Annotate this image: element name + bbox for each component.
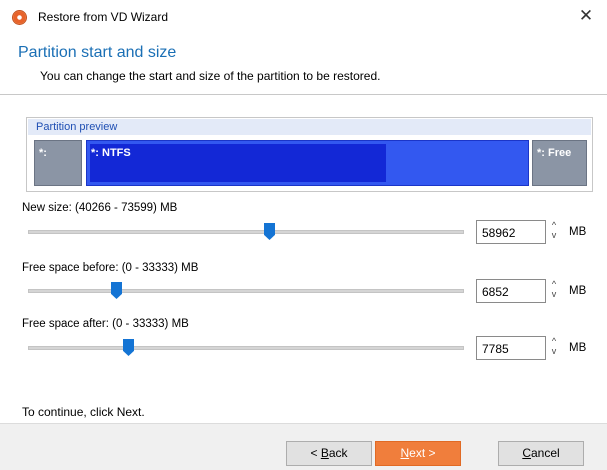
partition-segment-ntfs: *: NTFS xyxy=(86,140,529,186)
next-button[interactable]: Next > xyxy=(375,441,461,466)
spin-down-icon[interactable]: v xyxy=(547,289,561,299)
wizard-footer: < Back Next > Cancel xyxy=(0,423,607,470)
free-before-slider[interactable] xyxy=(28,282,464,300)
next-access-key: N xyxy=(400,446,410,460)
spin-up-icon[interactable]: ^ xyxy=(547,336,561,346)
continue-instruction: To continue, click Next. xyxy=(22,405,145,419)
back-button[interactable]: < Back xyxy=(286,441,372,466)
slider-track xyxy=(28,230,464,234)
partition-segment-before: *: xyxy=(34,140,82,186)
segment-label-ntfs: *: NTFS xyxy=(91,147,131,159)
partition-used-space xyxy=(90,144,386,182)
slider-thumb[interactable] xyxy=(123,339,134,356)
app-icon xyxy=(12,10,27,25)
window-title: Restore from VD Wizard xyxy=(38,10,169,24)
segment-label-before: *: xyxy=(39,147,47,159)
next-label-rest: ext > xyxy=(409,446,436,460)
free-after-unit: MB xyxy=(569,342,587,354)
free-after-slider[interactable] xyxy=(28,339,464,357)
page-subtitle: You can change the start and size of the… xyxy=(40,69,381,83)
slider-track xyxy=(28,289,464,293)
back-label-rest: ack xyxy=(328,446,348,460)
page-title: Partition start and size xyxy=(18,44,177,61)
back-access-key: B xyxy=(320,446,329,460)
free-before-label: Free space before: (0 - 33333) MB xyxy=(22,262,199,274)
spin-up-icon[interactable]: ^ xyxy=(547,279,561,289)
slider-thumb[interactable] xyxy=(264,223,275,240)
partition-preview: Partition preview *: *: NTFS *: Free xyxy=(26,117,593,192)
wizard-header: Partition start and size You can change … xyxy=(0,32,607,94)
new-size-unit: MB xyxy=(569,226,587,238)
spin-down-icon[interactable]: v xyxy=(547,230,561,240)
free-before-spinner[interactable]: ^ v xyxy=(547,279,561,303)
back-prefix: < xyxy=(310,446,321,460)
new-size-input[interactable]: 58962 xyxy=(476,220,546,244)
segment-label-free: *: Free xyxy=(537,147,572,159)
partition-segment-free: *: Free xyxy=(532,140,587,186)
spin-down-icon[interactable]: v xyxy=(547,346,561,356)
close-icon[interactable]: ✕ xyxy=(573,5,599,27)
title-bar: Restore from VD Wizard ✕ xyxy=(0,0,607,32)
spin-up-icon[interactable]: ^ xyxy=(547,220,561,230)
new-size-slider[interactable] xyxy=(28,223,464,241)
partition-preview-caption: Partition preview xyxy=(28,119,591,135)
free-after-input[interactable]: 7785 xyxy=(476,336,546,360)
free-after-label: Free space after: (0 - 33333) MB xyxy=(22,318,189,330)
free-before-unit: MB xyxy=(569,285,587,297)
new-size-label: New size: (40266 - 73599) MB xyxy=(22,202,178,214)
cancel-button[interactable]: Cancel xyxy=(498,441,584,466)
slider-track xyxy=(28,346,464,350)
wizard-content: Partition preview *: *: NTFS *: Free New… xyxy=(0,95,607,423)
new-size-spinner[interactable]: ^ v xyxy=(547,220,561,244)
cancel-label-rest: ancel xyxy=(530,446,560,460)
slider-thumb[interactable] xyxy=(111,282,122,299)
cancel-access-key: C xyxy=(522,446,531,460)
free-after-spinner[interactable]: ^ v xyxy=(547,336,561,360)
free-before-input[interactable]: 6852 xyxy=(476,279,546,303)
